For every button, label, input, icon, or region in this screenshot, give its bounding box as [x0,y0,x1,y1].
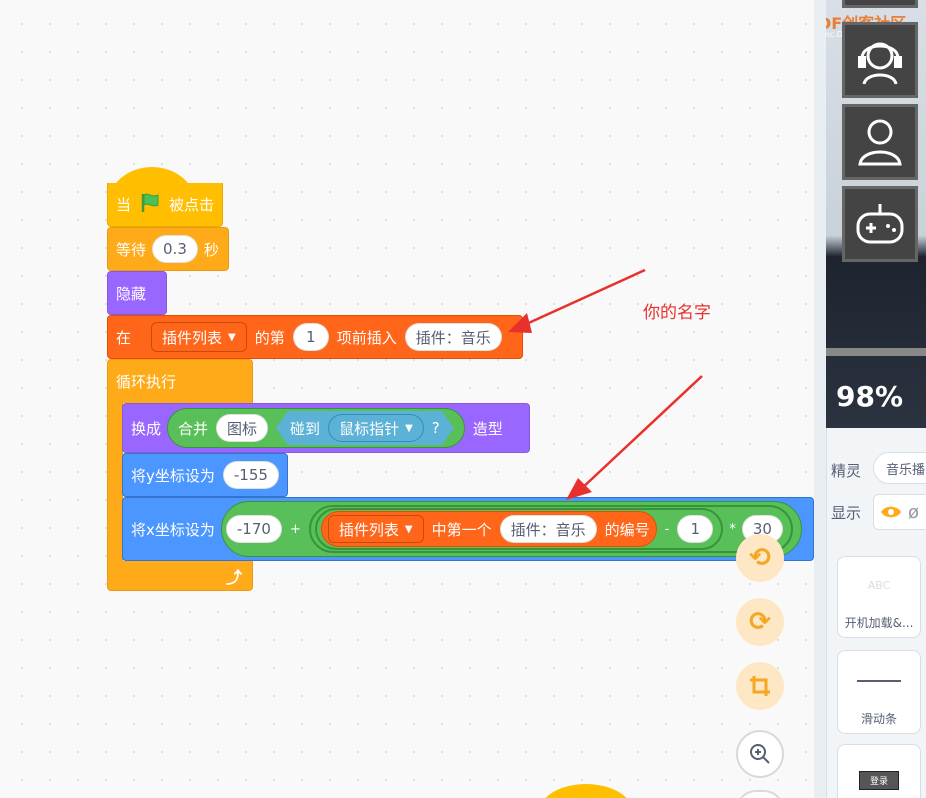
sprite-panel: 精灵 音乐播 显示 ø ABC 开机加载&... 滑动条 登录 [826,428,926,798]
undo-icon[interactable]: ⟲ [736,534,784,582]
redo-icon[interactable]: ⟳ [736,598,784,646]
login-thumb: 登录 [858,771,899,790]
annotation-arrows [508,268,703,500]
sprite-card-3[interactable]: 登录 [837,744,921,798]
stage-area[interactable]: DF创客社区 mc.DFRobot.com.cn 98% [826,0,926,428]
sprite-card-1[interactable]: ABC 开机加载&... [837,556,921,638]
arrow-head-1 [508,313,532,333]
window-icon[interactable] [842,0,918,8]
arrow-to-insert-item [521,268,646,328]
panel-divider [814,0,826,798]
sprite-name-input[interactable]: 音乐播 [873,452,926,484]
sprite-card-1-name: 开机加载&... [844,616,914,630]
sprite-card-2[interactable]: 滑动条 [837,650,921,734]
code-workspace[interactable]: 当 被点击 等待 0.3 秒 隐藏 在 插件列表 ▼ 的第 1 项前插入 插件：音… [0,0,814,798]
sprite-card-2-name: 滑动条 [860,712,897,726]
eye-icon[interactable] [874,495,908,529]
visibility-toggle[interactable]: ø [873,494,926,530]
zoom-percentage: 98% [836,380,904,413]
gamepad-icon[interactable] [842,186,918,262]
stage-progress-bar [826,348,926,356]
setting-thumb: ABC [867,579,891,592]
annotation-text: 你的名字 [643,303,711,323]
eye-off-icon[interactable]: ø [908,502,919,523]
show-label: 显示 [831,504,862,522]
person-avatar-icon[interactable] [842,104,918,180]
zoom-in-icon[interactable] [736,730,784,778]
arrow-to-item-num [579,375,703,491]
slider-thumb [857,651,901,710]
crop-icon[interactable] [736,662,784,710]
sprite-label: 精灵 [831,462,862,480]
headset-avatar-icon[interactable] [842,22,918,98]
